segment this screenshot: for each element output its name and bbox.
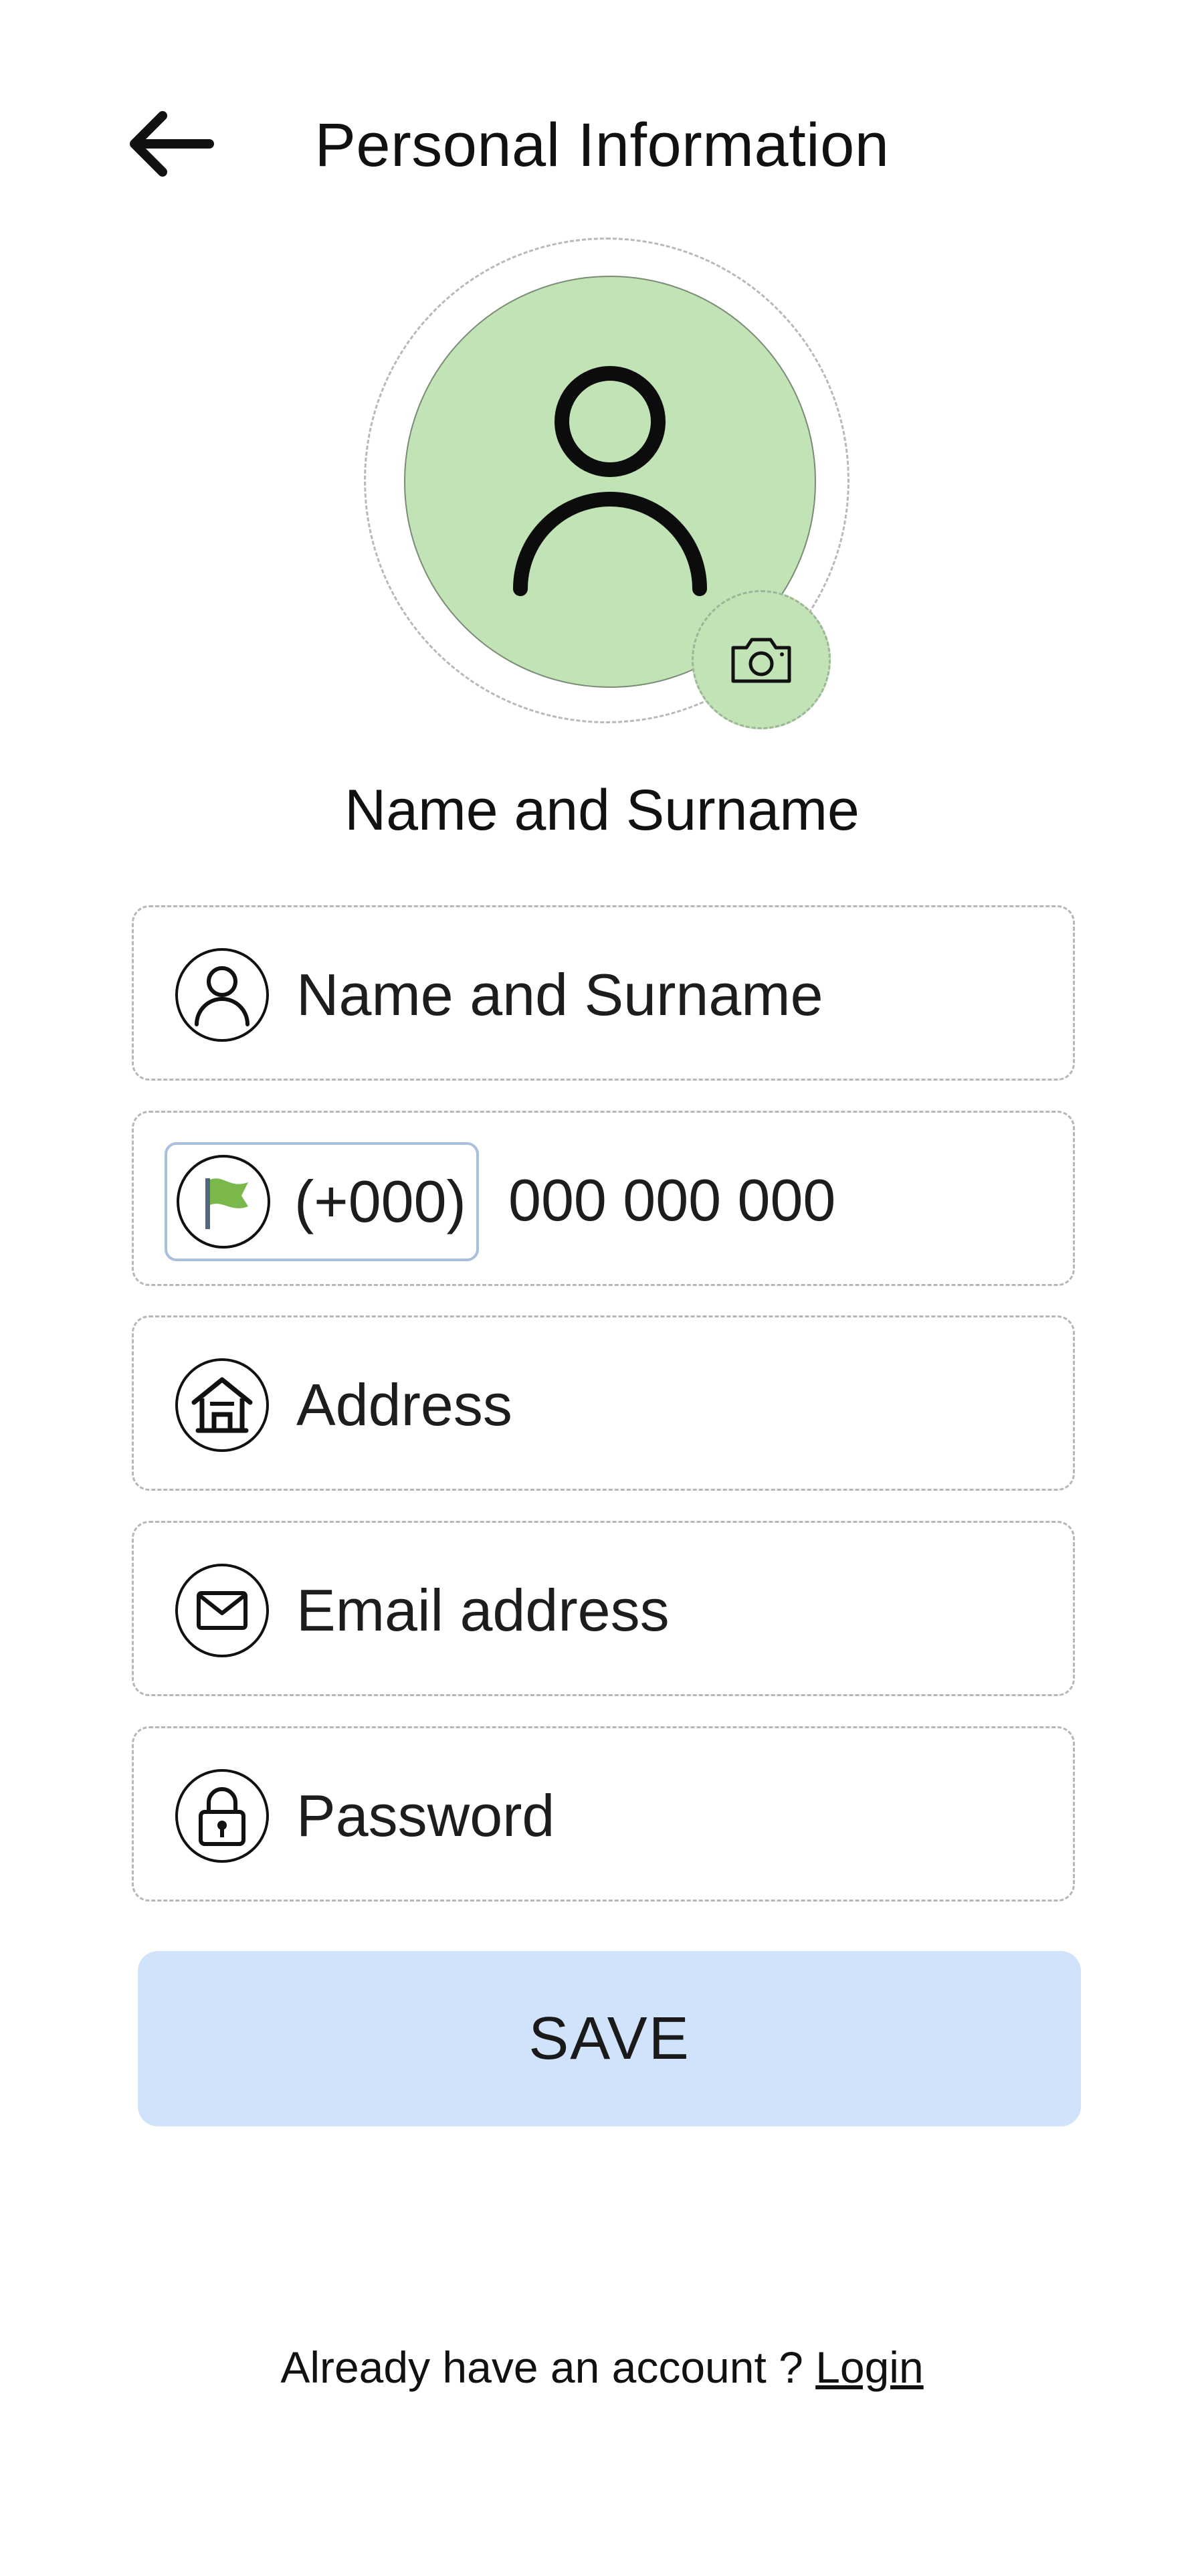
login-link[interactable]: Login	[815, 2342, 924, 2392]
user-circle-icon	[175, 948, 269, 1042]
flag-icon	[177, 1155, 270, 1249]
camera-icon	[731, 638, 791, 683]
page-title: Personal Information	[314, 111, 890, 179]
address-field[interactable]: Address	[132, 1315, 1075, 1491]
change-photo-button[interactable]	[692, 590, 831, 729]
login-prompt-text: Already have an account ?	[280, 2342, 803, 2392]
email-field[interactable]: Email address	[132, 1521, 1075, 1696]
country-code-select[interactable]: (+000)	[165, 1142, 479, 1261]
phone-input[interactable]: 000 000 000	[508, 1113, 835, 1288]
save-button[interactable]: SAVE	[138, 1951, 1081, 2126]
name-field[interactable]: Name and Surname	[132, 905, 1075, 1081]
email-input[interactable]: Email address	[296, 1523, 670, 1698]
password-input[interactable]: Password	[296, 1728, 555, 1904]
phone-field[interactable]: (+000) 000 000 000	[132, 1111, 1075, 1286]
country-code: (+000)	[294, 1168, 466, 1234]
mail-icon	[175, 1564, 269, 1657]
user-icon	[513, 366, 707, 596]
profile-display-name: Name and Surname	[344, 778, 860, 842]
home-icon	[175, 1358, 269, 1452]
login-prompt: Already have an account ? Login	[0, 2342, 1204, 2393]
address-input[interactable]: Address	[296, 1317, 512, 1493]
lock-icon	[175, 1769, 269, 1863]
name-input[interactable]: Name and Surname	[296, 907, 823, 1083]
password-field[interactable]: Password	[132, 1726, 1075, 1902]
